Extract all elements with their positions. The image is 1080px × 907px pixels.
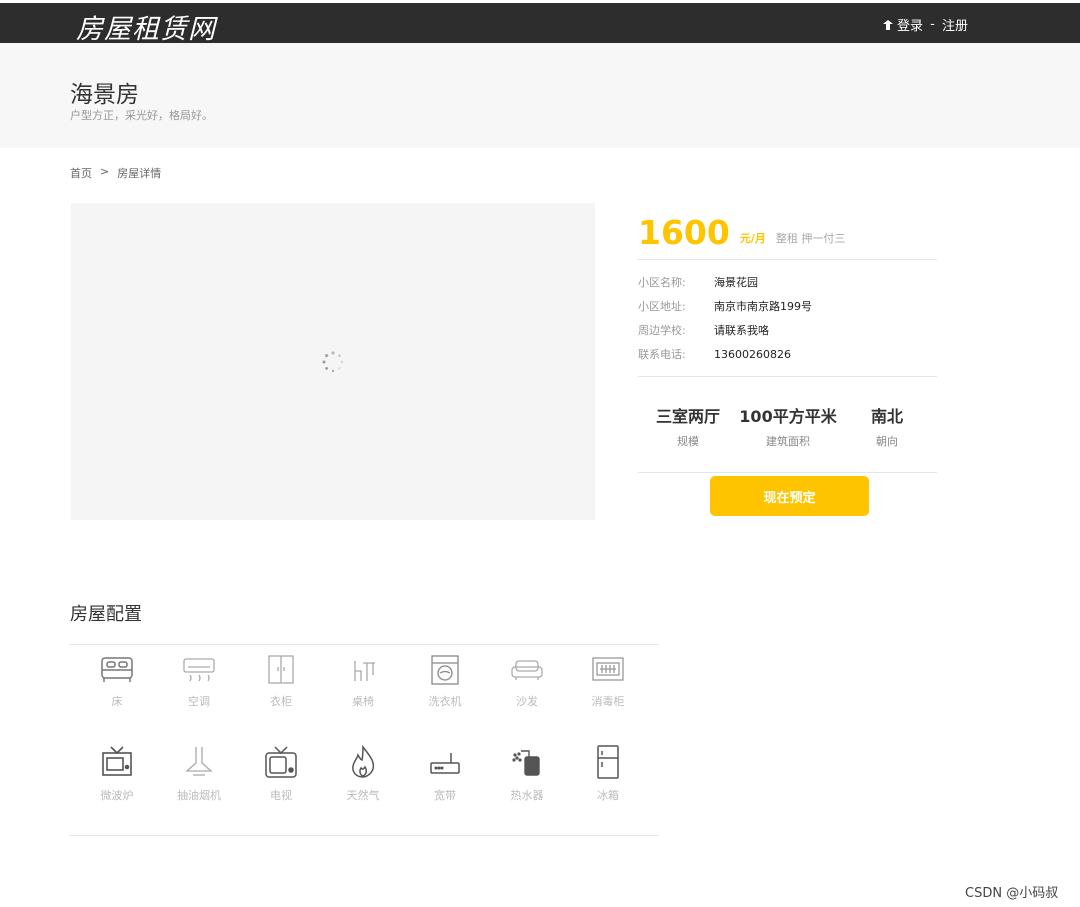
breadcrumb-home[interactable]: 首页 xyxy=(70,165,92,181)
auth-separator: - xyxy=(926,17,939,32)
rent-price: 1600 xyxy=(638,213,730,252)
spec-value: 三室两厅 xyxy=(655,407,720,426)
amenity-label: 衣柜 xyxy=(270,695,292,708)
config-section-title: 房屋配置 xyxy=(70,604,142,625)
amenity-label: 宽带 xyxy=(434,789,456,802)
desk-chair-icon xyxy=(354,661,375,681)
amenity-label: 天然气 xyxy=(346,789,380,802)
microwave-icon xyxy=(102,746,132,776)
washing-machine-icon xyxy=(431,655,459,685)
spec-area: 100平方平米 建筑面积 xyxy=(738,403,838,449)
house-image-gallery[interactable] xyxy=(71,203,595,520)
amenity-label: 电视 xyxy=(270,789,292,802)
bed-icon xyxy=(101,657,133,682)
top-navbar: 房屋租赁网 登录 - 注册 xyxy=(0,3,1080,46)
amenity-label: 抽油烟机 xyxy=(177,789,221,802)
spec-value: 南北 xyxy=(870,407,903,426)
router-icon xyxy=(430,753,460,774)
amenity-gas: 天然气 xyxy=(323,745,403,803)
loading-spinner-icon xyxy=(322,351,344,373)
watermark: CSDN @小码叔 xyxy=(965,886,1059,901)
air-conditioner-icon xyxy=(183,658,215,682)
config-divider-bottom xyxy=(70,835,658,836)
amenity-label: 消毒柜 xyxy=(591,695,625,708)
sterilizer-icon xyxy=(592,657,624,681)
amenity-bed: 床 xyxy=(77,655,157,709)
page-subtitle: 户型方正，采光好，格局好。 xyxy=(70,109,213,122)
amenity-label: 桌椅 xyxy=(352,695,374,708)
amenity-label: 空调 xyxy=(188,695,210,708)
tv-icon xyxy=(265,746,297,778)
wardrobe-icon xyxy=(268,655,294,684)
config-divider-top xyxy=(70,644,658,645)
amenity-range-hood: 抽油烟机 xyxy=(159,745,239,803)
water-heater-icon xyxy=(512,750,540,776)
range-hood-icon xyxy=(185,747,213,776)
amenity-washing-machine: 洗衣机 xyxy=(405,655,485,709)
detail-row-address: 小区地址: 南京市南京路199号 xyxy=(638,294,937,318)
fridge-icon xyxy=(597,745,619,779)
auth-links: 登录 - 注册 xyxy=(882,15,968,34)
site-logo[interactable]: 房屋租赁网 xyxy=(76,7,216,46)
amenity-air-conditioner: 空调 xyxy=(159,655,239,709)
amenity-label: 床 xyxy=(111,695,123,708)
spec-label: 规模 xyxy=(677,435,699,448)
spec-label: 建筑面积 xyxy=(766,435,810,448)
spec-label: 朝向 xyxy=(876,435,898,448)
breadcrumb-separator: > xyxy=(100,165,110,178)
detail-value: 海景花园 xyxy=(714,276,758,289)
amenity-label: 洗衣机 xyxy=(428,695,462,708)
amenity-wardrobe: 衣柜 xyxy=(241,655,321,709)
amenity-water-heater: 热水器 xyxy=(487,745,567,803)
page-title: 海景房 xyxy=(70,82,139,108)
rent-terms: 整租 押一付三 xyxy=(775,232,846,245)
amenity-label: 沙发 xyxy=(516,695,538,708)
amenity-tv: 电视 xyxy=(241,745,321,803)
sofa-icon xyxy=(511,660,543,680)
book-now-button[interactable]: 现在预定 xyxy=(710,476,869,516)
amenity-sofa: 沙发 xyxy=(487,655,567,709)
house-specs: 三室两厅 规模 100平方平米 建筑面积 南北 朝向 xyxy=(638,377,937,473)
detail-row-school: 周边学校: 请联系我咯 xyxy=(638,318,937,342)
detail-label: 联系电话: xyxy=(638,348,686,361)
hero-banner: 海景房 户型方正，采光好，格局好。 xyxy=(0,43,1080,148)
gas-flame-icon xyxy=(352,745,375,778)
amenity-label: 微波炉 xyxy=(100,789,134,802)
spec-layout: 三室两厅 规模 xyxy=(638,403,738,449)
detail-value: 13600260826 xyxy=(714,347,791,361)
amenity-broadband: 宽带 xyxy=(405,745,485,803)
detail-value: 南京市南京路199号 xyxy=(714,300,812,313)
amenity-label: 热水器 xyxy=(510,789,544,802)
login-link[interactable]: 登录 xyxy=(897,15,923,34)
price-row: 1600 元/月 整租 押一付三 xyxy=(638,210,937,260)
detail-row-phone: 联系电话: 13600260826 xyxy=(638,342,937,366)
spec-value: 100平方平米 xyxy=(739,407,837,426)
spec-orientation: 南北 朝向 xyxy=(837,403,937,449)
amenity-sterilizer: 消毒柜 xyxy=(568,655,648,709)
register-link[interactable]: 注册 xyxy=(942,15,968,34)
detail-value: 请联系我咯 xyxy=(714,324,769,337)
amenity-label: 冰箱 xyxy=(597,789,619,802)
detail-label: 小区名称: xyxy=(638,276,686,289)
user-icon xyxy=(883,19,893,30)
detail-row-community: 小区名称: 海景花园 xyxy=(638,270,937,294)
rent-unit: 元/月 xyxy=(739,232,766,245)
house-details: 小区名称: 海景花园 小区地址: 南京市南京路199号 周边学校: 请联系我咯 … xyxy=(638,260,937,377)
house-info-panel: 1600 元/月 整租 押一付三 小区名称: 海景花园 小区地址: 南京市南京路… xyxy=(638,210,937,516)
breadcrumb-current: 房屋详情 xyxy=(117,167,162,180)
amenity-fridge: 冰箱 xyxy=(568,745,648,803)
amenity-microwave: 微波炉 xyxy=(77,745,157,803)
breadcrumb: 首页 > 房屋详情 xyxy=(70,165,161,181)
detail-label: 小区地址: xyxy=(638,300,686,313)
amenity-desk-chair: 桌椅 xyxy=(323,655,403,709)
detail-label: 周边学校: xyxy=(638,324,686,337)
